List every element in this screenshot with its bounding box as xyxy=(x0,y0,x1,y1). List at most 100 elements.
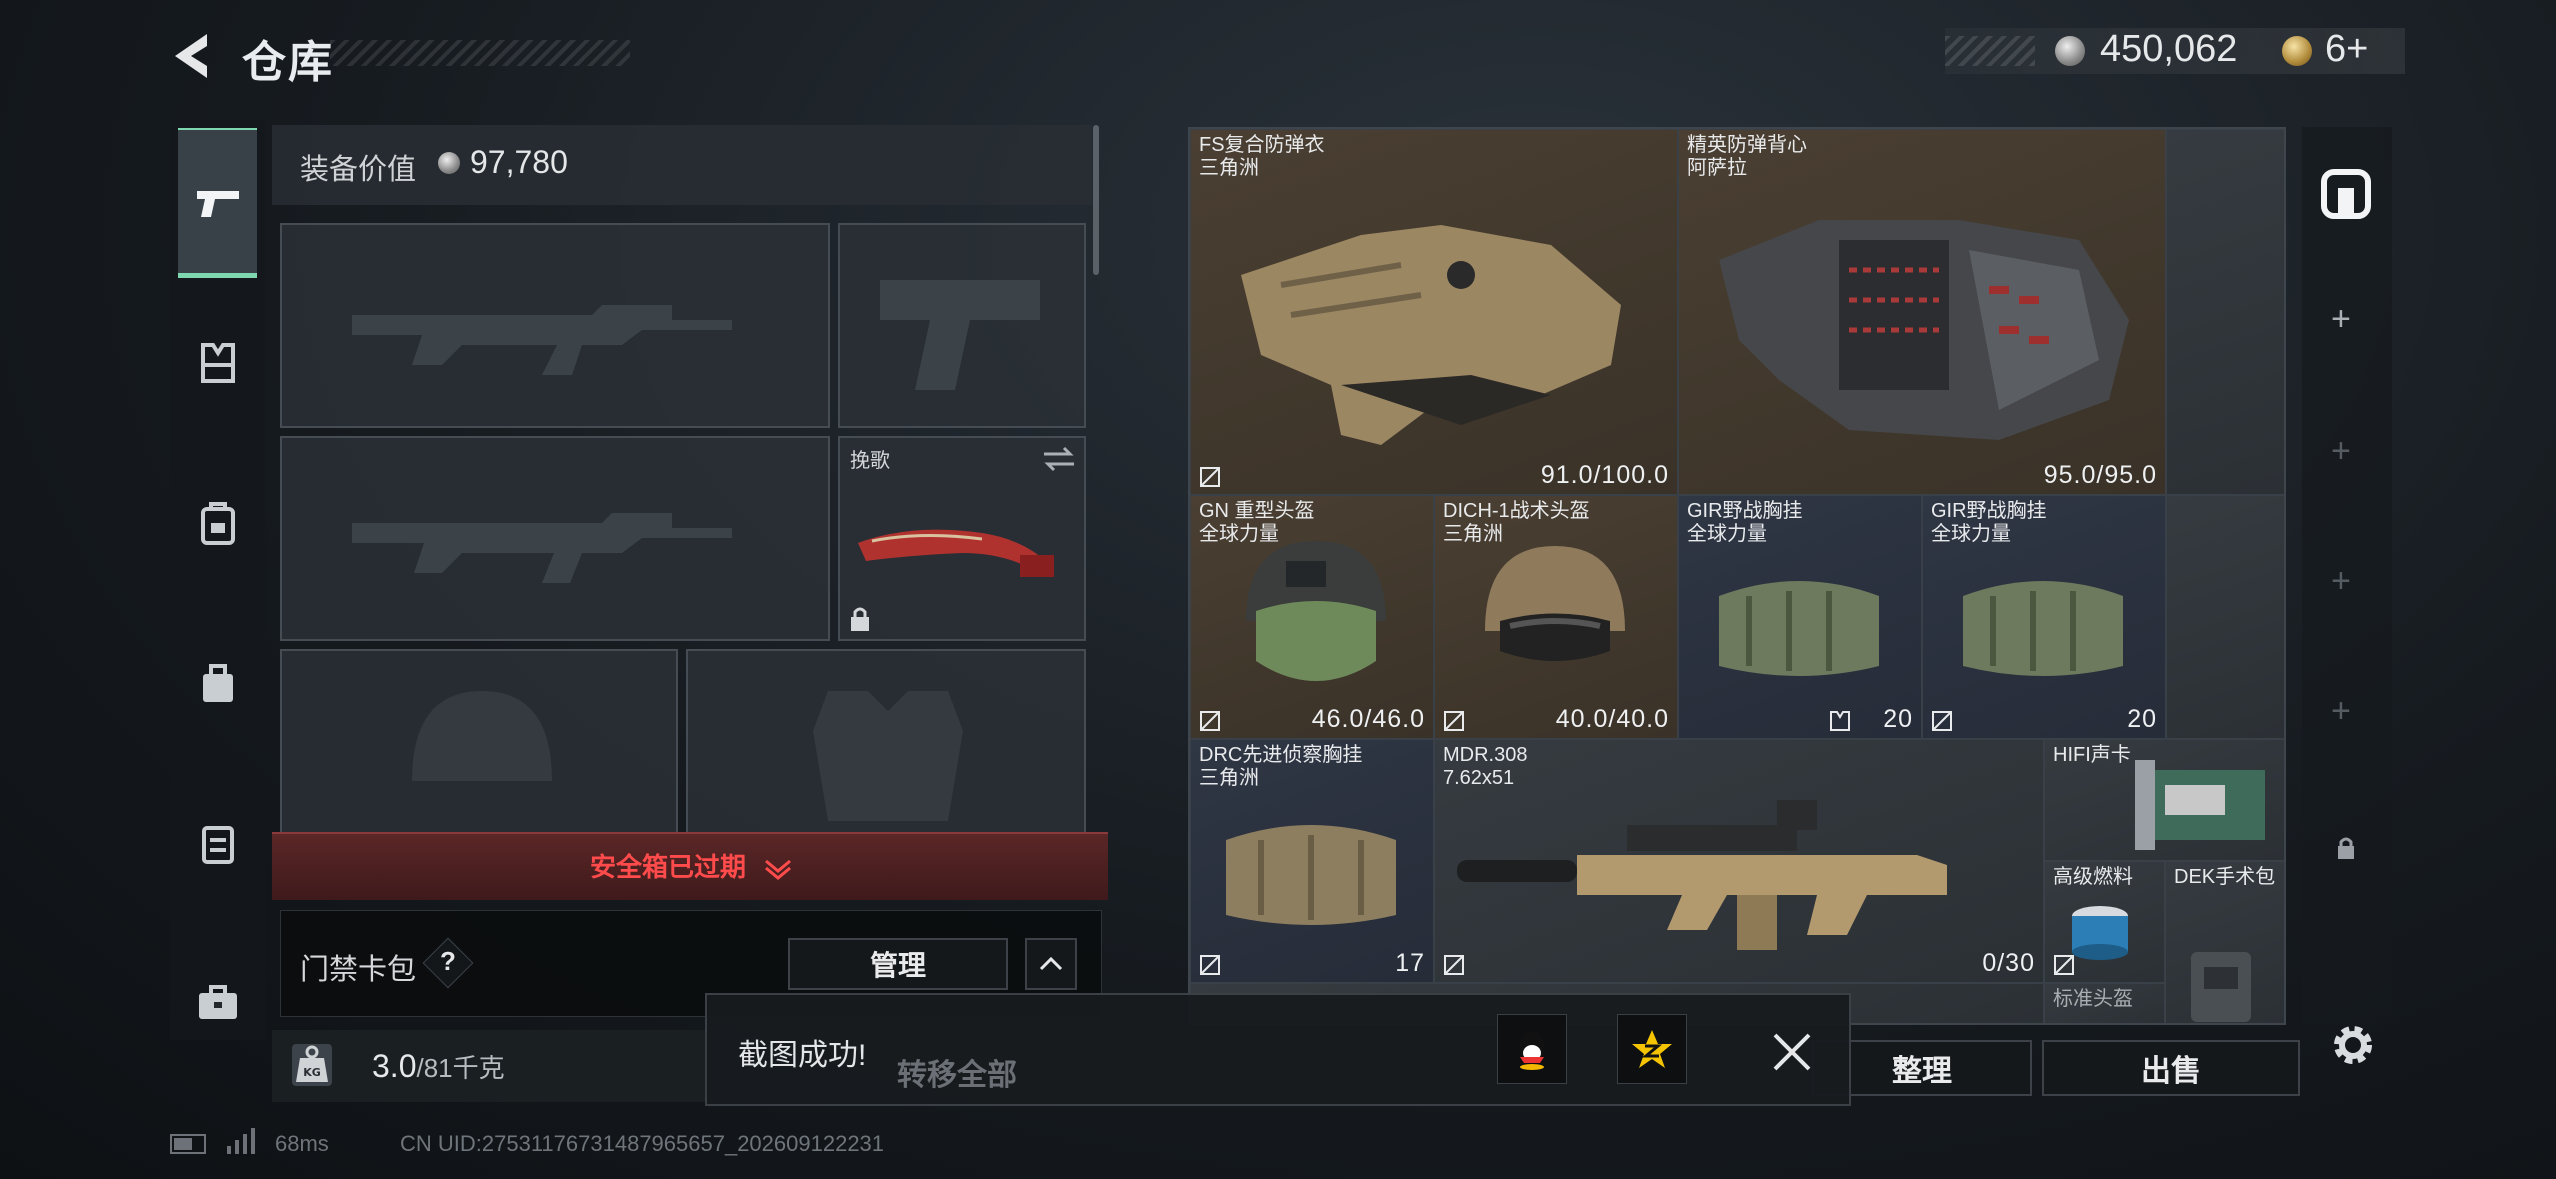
battery-level xyxy=(174,1138,192,1150)
item-name: HIFI声卡 xyxy=(2053,744,2131,766)
loadout-scrollbar[interactable] xyxy=(1093,125,1099,275)
karambit-knife-icon xyxy=(858,529,1054,577)
backpack-icon xyxy=(200,502,235,545)
no-insure-icon xyxy=(2054,955,2074,975)
stash-item[interactable]: GN 重型头盔 全球力量 46.0/46.0 xyxy=(1190,495,1434,739)
swap-icon[interactable] xyxy=(1042,446,1076,472)
item-origin: 全球力量 xyxy=(1687,523,1767,545)
item-capacity: 17 xyxy=(1395,949,1425,977)
ping-value: 68ms xyxy=(275,1131,329,1156)
header-decoration xyxy=(330,40,630,66)
elite-vest-image xyxy=(1719,220,2129,440)
nav-weapons[interactable] xyxy=(178,128,257,278)
keycard-label: 门禁卡包 xyxy=(300,954,417,986)
item-name: 高级燃料 xyxy=(2053,866,2133,888)
briefcase-icon xyxy=(198,985,237,1019)
pistol-slot[interactable] xyxy=(838,223,1086,428)
help-icon[interactable]: ? xyxy=(438,946,458,977)
nav-backpack[interactable] xyxy=(178,608,257,758)
no-insure-icon xyxy=(1200,467,1220,487)
item-origin: 阿萨拉 xyxy=(1687,157,1747,179)
nav-briefcase[interactable] xyxy=(178,928,257,1078)
primary-weapon-slot[interactable] xyxy=(280,223,830,428)
item-name: DRC先进侦察胸挂 xyxy=(1199,744,1363,766)
manage-button[interactable]: 管理 xyxy=(788,938,1008,990)
item-durability: 91.0/100.0 xyxy=(1540,461,1669,489)
item-ammo: 0/30 xyxy=(1982,949,2035,977)
close-icon[interactable] xyxy=(1767,1027,1817,1077)
helmet-silhouette-icon xyxy=(412,691,552,781)
helmet-slot[interactable] xyxy=(280,649,678,834)
no-insure-icon xyxy=(1444,711,1464,731)
share-qzone-button[interactable] xyxy=(1617,1014,1687,1084)
stash-item[interactable]: DRC先进侦察胸挂 三角洲 17 xyxy=(1190,739,1434,983)
item-name: 标准头盔 xyxy=(2053,988,2133,1010)
safe-box-status[interactable]: 安全箱已过期 xyxy=(590,847,793,884)
page-title: 仓库 xyxy=(242,38,334,87)
add-stash-icon[interactable]: + xyxy=(2331,562,2351,601)
empty-cell[interactable] xyxy=(2166,129,2284,495)
empty-cell[interactable] xyxy=(2166,495,2284,739)
item-name: DEK手术包 xyxy=(2174,866,2276,888)
stash-item[interactable]: FS复合防弹衣 三角洲 91.0/100.0 xyxy=(1190,129,1678,495)
nav-case[interactable] xyxy=(178,768,257,918)
category-sidebar xyxy=(170,120,265,1040)
armor-vest-image xyxy=(1241,225,1621,445)
chest-rig-image xyxy=(1963,581,2123,676)
secondary-weapon-slot[interactable] xyxy=(280,436,830,641)
surgery-kit-image xyxy=(2191,952,2251,1022)
nav-armor[interactable] xyxy=(178,448,257,598)
stash-item[interactable]: HIFI声卡 xyxy=(2044,739,2284,861)
stash-item[interactable]: 标准头盔 xyxy=(2044,983,2165,1023)
item-capacity: 20 xyxy=(2127,705,2157,733)
silver-coin-icon xyxy=(2055,36,2085,66)
pistol-silhouette-icon xyxy=(880,280,1040,390)
add-stash-icon[interactable]: + xyxy=(2331,300,2351,339)
no-insure-icon xyxy=(1932,711,1952,731)
double-chevron-down-icon xyxy=(765,859,792,881)
stash-item[interactable]: GIR野战胸挂 全球力量 20 xyxy=(1922,495,2166,739)
weight-icon: KG xyxy=(292,1044,332,1086)
user-uid: CN UID:2753117673148796565​7_20260912223… xyxy=(400,1131,885,1156)
recon-rig-image xyxy=(1226,825,1396,925)
no-insure-icon xyxy=(1200,955,1220,975)
item-name: FS复合防弹衣 xyxy=(1199,134,1325,156)
item-name: GIR野战胸挂 xyxy=(1931,500,2047,522)
add-stash-icon[interactable]: + xyxy=(2331,432,2351,471)
share-qq-button[interactable] xyxy=(1497,1014,1567,1084)
chest-rig-image xyxy=(1719,581,1879,676)
pistol-icon xyxy=(196,191,239,217)
stash-home-icon[interactable] xyxy=(2318,166,2374,222)
equip-value: 97,780 xyxy=(470,144,568,180)
item-origin: 三角洲 xyxy=(1199,767,1259,789)
stash-item[interactable]: DICH-1战术头盔 三角洲 40.0/40.0 xyxy=(1434,495,1678,739)
stash-item[interactable]: MDR.308 7.62x51 0/30 xyxy=(1434,739,2044,983)
stash-item[interactable]: GIR野战胸挂 全球力量 20 xyxy=(1678,495,1922,739)
gold-amount[interactable]: 6+ xyxy=(2325,28,2368,71)
transfer-all-button[interactable]: 转移全部 xyxy=(897,1050,1017,1094)
stash-item[interactable]: 高级燃料 xyxy=(2044,861,2165,983)
svg-text:KG: KG xyxy=(303,1066,321,1079)
weight-value: 3.0/81千克 xyxy=(372,1048,505,1085)
lock-icon xyxy=(851,607,869,631)
sell-button[interactable]: 出售 xyxy=(2042,1040,2300,1096)
armor-silhouette-icon xyxy=(813,691,963,821)
fuel-can-image xyxy=(2072,906,2128,960)
gold-coin-icon xyxy=(2282,36,2312,66)
rifle-silhouette-icon xyxy=(352,513,732,583)
toast-message: 截图成功! xyxy=(738,1039,867,1072)
stash-item[interactable]: 精英防弹背心 阿萨拉 95.0/95.0 xyxy=(1678,129,2166,495)
collapse-button[interactable] xyxy=(1025,938,1077,990)
nav-chest-rig[interactable] xyxy=(178,288,257,438)
back-icon[interactable] xyxy=(165,28,215,84)
item-origin: 全球力量 xyxy=(1931,523,2011,545)
armor-slot[interactable] xyxy=(686,649,1086,834)
item-name: DICH-1战术头盔 xyxy=(1443,500,1590,522)
item-name: GN 重型头盔 xyxy=(1199,500,1315,522)
stash-item[interactable]: DEK手术包 xyxy=(2165,861,2284,1023)
melee-slot[interactable]: 挽歌 xyxy=(838,436,1086,641)
gear-icon[interactable] xyxy=(2326,1018,2380,1072)
no-insure-icon xyxy=(1200,711,1220,731)
pouch-icon xyxy=(202,664,233,702)
add-stash-icon[interactable]: + xyxy=(2331,692,2351,731)
